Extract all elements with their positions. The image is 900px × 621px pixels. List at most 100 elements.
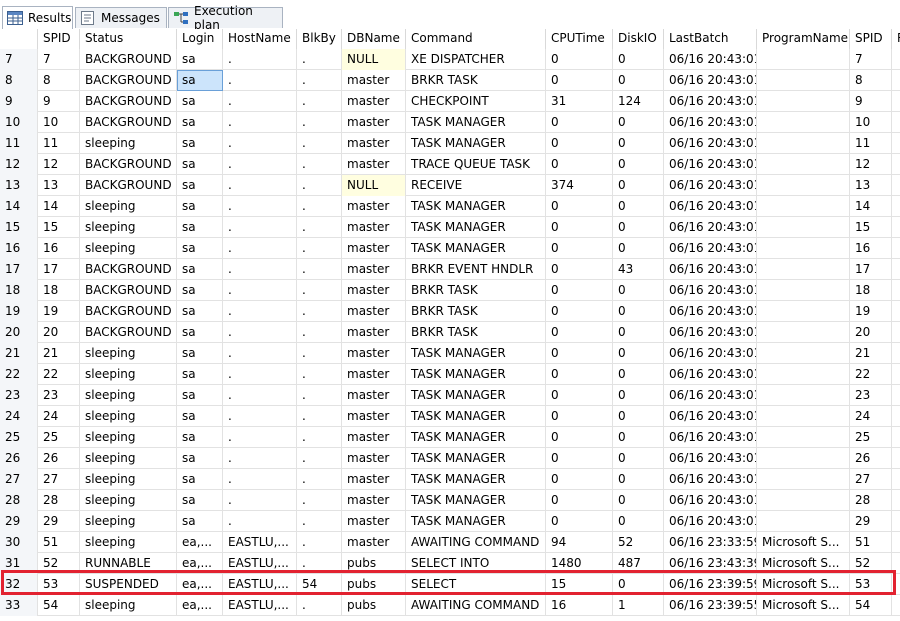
cell-blk[interactable]: . [297,259,342,280]
cell-prog[interactable] [757,427,850,448]
cell-login[interactable]: sa [177,511,223,532]
table-row[interactable]: 24 24 sleeping sa.. master TASK MANAGER 0 0 06/1… [0,406,900,427]
cell-cpu[interactable]: 0 [546,364,613,385]
cell-login[interactable]: sa [177,175,223,196]
cell-spid[interactable]: 54 [38,595,80,616]
cell-prog[interactable] [757,112,850,133]
table-row[interactable]: 19 19 BACKGROUND sa.. master BRKR TASK 0 0 06/16… [0,301,900,322]
row-number[interactable]: 23 [0,385,38,406]
cell-db[interactable]: master [342,196,406,217]
table-row[interactable]: 11 11 sleeping sa.. master TASK MANAGER 0 0 06/1… [0,133,900,154]
cell-cpu[interactable]: 0 [546,280,613,301]
cell-_r[interactable] [892,385,900,406]
cell-io[interactable]: 0 [613,385,664,406]
cell-host[interactable]: . [223,364,297,385]
cell-cmd[interactable]: TASK MANAGER [406,343,546,364]
cell-prog[interactable] [757,343,850,364]
cell-login[interactable]: sa [177,154,223,175]
cell-host[interactable]: EASTLU,... [223,595,297,616]
cell-io[interactable]: 0 [613,511,664,532]
cell-login[interactable]: sa [177,343,223,364]
cell-last[interactable]: 06/16 20:43:01 [664,133,757,154]
row-number[interactable]: 8 [0,70,38,91]
cell-spid2[interactable]: 15 [850,217,892,238]
cell-spid[interactable]: 9 [38,91,80,112]
cell-last[interactable]: 06/16 20:43:01 [664,427,757,448]
cell-_r[interactable] [892,112,900,133]
cell-host[interactable]: . [223,70,297,91]
cell-host[interactable]: . [223,217,297,238]
cell-spid[interactable]: 22 [38,364,80,385]
cell-io[interactable]: 0 [613,469,664,490]
cell-spid2[interactable]: 51 [850,532,892,553]
cell-status[interactable]: BACKGROUND [80,322,177,343]
cell-status[interactable]: sleeping [80,532,177,553]
cell-_r[interactable] [892,154,900,175]
cell-spid2[interactable]: 54 [850,595,892,616]
cell-cpu[interactable]: 0 [546,385,613,406]
cell-spid2[interactable]: 11 [850,133,892,154]
cell-cmd[interactable]: TASK MANAGER [406,196,546,217]
cell-status[interactable]: RUNNABLE [80,553,177,574]
row-number[interactable]: 20 [0,322,38,343]
cell-spid[interactable]: 10 [38,112,80,133]
cell-spid[interactable]: 29 [38,511,80,532]
cell-db[interactable]: master [342,91,406,112]
cell-cmd[interactable]: TASK MANAGER [406,217,546,238]
cell-blk[interactable]: . [297,280,342,301]
cell-_r[interactable] [892,574,900,595]
cell-spid2[interactable]: 28 [850,490,892,511]
cell-blk[interactable]: . [297,238,342,259]
cell-spid2[interactable]: 12 [850,154,892,175]
table-row[interactable]: 30 51 sleeping ea,... EASTLU,.... master AWAIT… [0,532,900,553]
cell-spid[interactable]: 19 [38,301,80,322]
cell-spid2[interactable]: 52 [850,553,892,574]
cell-cpu[interactable]: 0 [546,490,613,511]
cell-cmd[interactable]: RECEIVE [406,175,546,196]
cell-cpu[interactable]: 0 [546,238,613,259]
cell-_r[interactable] [892,343,900,364]
cell-host[interactable]: . [223,154,297,175]
cell-blk[interactable]: . [297,91,342,112]
cell-cmd[interactable]: BRKR TASK [406,301,546,322]
cell-io[interactable]: 0 [613,280,664,301]
cell-prog[interactable] [757,217,850,238]
row-number[interactable]: 30 [0,532,38,553]
grid-corner[interactable] [0,29,38,49]
tab-execution-plan[interactable]: Execution plan [168,4,283,32]
cell-blk[interactable]: . [297,385,342,406]
cell-status[interactable]: BACKGROUND [80,259,177,280]
cell-prog[interactable] [757,448,850,469]
cell-spid2[interactable]: 27 [850,469,892,490]
cell-last[interactable]: 06/16 20:43:01 [664,280,757,301]
cell-io[interactable]: 0 [613,427,664,448]
cell-login[interactable]: sa [177,322,223,343]
row-number[interactable]: 28 [0,490,38,511]
cell-host[interactable]: EASTLU,... [223,532,297,553]
row-number[interactable]: 24 [0,406,38,427]
cell-spid2[interactable]: 21 [850,343,892,364]
cell-blk[interactable]: . [297,364,342,385]
cell-io[interactable]: 0 [613,490,664,511]
cell-host[interactable]: . [223,280,297,301]
cell-db[interactable]: pubs [342,553,406,574]
cell-status[interactable]: sleeping [80,133,177,154]
cell-db[interactable]: master [342,301,406,322]
cell-prog[interactable] [757,49,850,70]
cell-io[interactable]: 487 [613,553,664,574]
cell-cmd[interactable]: TASK MANAGER [406,406,546,427]
cell-login[interactable]: sa [177,301,223,322]
cell-spid[interactable]: 15 [38,217,80,238]
table-row[interactable]: 17 17 BACKGROUND sa.. master BRKR EVENT HNDLR… [0,259,900,280]
cell-login[interactable]: sa [177,490,223,511]
cell-login[interactable]: sa [177,280,223,301]
cell-cpu[interactable]: 0 [546,133,613,154]
cell-last[interactable]: 06/16 20:43:01 [664,490,757,511]
cell-db[interactable]: master [342,259,406,280]
cell-last[interactable]: 06/16 20:43:01 [664,343,757,364]
column-header-spid[interactable]: SPID [38,29,80,49]
cell-spid2[interactable]: 22 [850,364,892,385]
cell-login[interactable]: sa [177,112,223,133]
cell-host[interactable]: . [223,259,297,280]
cell-spid[interactable]: 25 [38,427,80,448]
